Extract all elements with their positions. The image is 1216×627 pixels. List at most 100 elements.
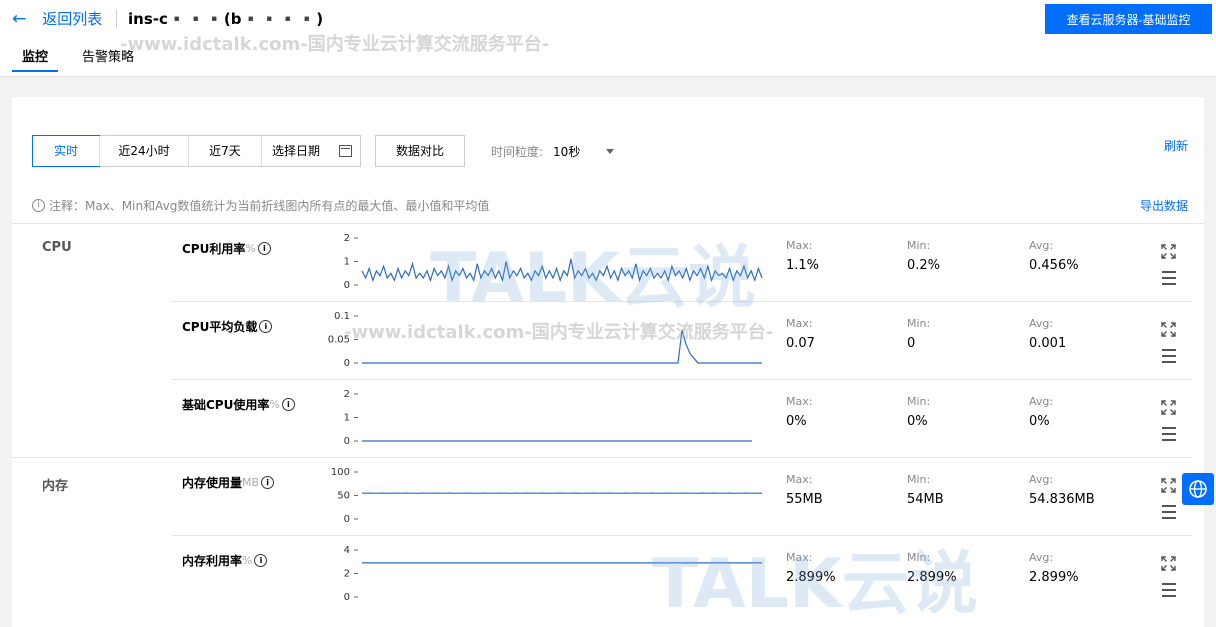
stat-min-value: 2.899% bbox=[907, 570, 957, 585]
stat-avg-label: Avg: bbox=[1029, 317, 1053, 330]
y-tick-label: 0 bbox=[344, 592, 350, 603]
refresh-link[interactable]: 刷新 bbox=[1164, 137, 1188, 154]
stat-avg-value: 0.456% bbox=[1029, 258, 1079, 273]
metric-unit: % bbox=[269, 398, 279, 411]
metric-name-label: CPU利用率 bbox=[182, 240, 245, 257]
stat-avg-label: Avg: bbox=[1029, 551, 1053, 564]
date-picker-label: 选择日期 bbox=[272, 136, 320, 166]
stat-avg-value: 0.001 bbox=[1029, 336, 1066, 351]
info-circle-icon[interactable]: i bbox=[258, 242, 271, 255]
group-label-memory: 内存 bbox=[42, 475, 68, 494]
stat-max-value: 55MB bbox=[786, 492, 823, 507]
metric-unit: % bbox=[245, 242, 255, 255]
stat-min-value: 0% bbox=[907, 414, 928, 429]
y-tick-label: 2 bbox=[344, 569, 350, 580]
y-tick-label: 0 bbox=[344, 436, 350, 447]
instance-title: ins-c▪️▪️▪️(b▪️▪️▪️▪️) bbox=[128, 6, 323, 32]
globe-help-button[interactable] bbox=[1182, 473, 1214, 505]
info-circle-icon[interactable]: i bbox=[261, 476, 274, 489]
monitor-panel: 实时 近24小时 近7天 选择日期 数据对比 时间粒度: 10秒 刷新 i 注释… bbox=[12, 97, 1204, 627]
info-circle-icon[interactable]: i bbox=[282, 398, 295, 411]
stat-min-label: Min: bbox=[907, 551, 930, 564]
expand-icon[interactable] bbox=[1161, 556, 1176, 571]
range-realtime[interactable]: 实时 bbox=[32, 135, 100, 167]
divider bbox=[172, 379, 1192, 380]
stat-min-label: Min: bbox=[907, 317, 930, 330]
note-text: 注释：Max、Min和Avg数值统计为当前折线图内所有点的最大值、最小值和平均值 bbox=[49, 197, 489, 214]
stat-max-value: 0.07 bbox=[786, 336, 815, 351]
y-tick-label: 2 bbox=[344, 389, 350, 400]
info-circle-icon: i bbox=[32, 199, 45, 212]
stat-min-label: Min: bbox=[907, 473, 930, 486]
calendar-icon bbox=[339, 145, 352, 157]
metric-name-label: 基础CPU使用率 bbox=[182, 396, 269, 413]
metric-chart: 100500 bbox=[322, 467, 762, 524]
y-tick-label: 50 bbox=[337, 491, 350, 502]
back-label[interactable]: 返回列表 bbox=[42, 6, 102, 32]
granularity-value: 10秒 bbox=[553, 143, 580, 160]
date-picker[interactable]: 选择日期 bbox=[261, 136, 360, 166]
stat-max-label: Max: bbox=[786, 473, 812, 486]
export-data-link[interactable]: 导出数据 bbox=[1140, 197, 1188, 214]
tab-monitor[interactable]: 监控 bbox=[12, 46, 58, 72]
y-tick-label: 1 bbox=[344, 257, 350, 268]
range-7d[interactable]: 近7天 bbox=[188, 136, 261, 166]
stat-avg-value: 2.899% bbox=[1029, 570, 1079, 585]
menu-icon[interactable] bbox=[1162, 505, 1176, 519]
stat-min-label: Min: bbox=[907, 395, 930, 408]
info-circle-icon[interactable]: i bbox=[259, 320, 272, 333]
metric-name: 内存使用量MBi bbox=[182, 474, 274, 491]
stat-avg-value: 0% bbox=[1029, 414, 1050, 429]
metric-chart: 2 1 0 bbox=[322, 389, 762, 446]
info-circle-icon[interactable]: i bbox=[254, 554, 267, 567]
stat-max-label: Max: bbox=[786, 395, 812, 408]
stat-min-label: Min: bbox=[907, 239, 930, 252]
divider bbox=[116, 10, 117, 28]
range-24h[interactable]: 近24小时 bbox=[99, 136, 188, 166]
expand-icon[interactable] bbox=[1161, 244, 1176, 259]
y-tick-label: 0 bbox=[344, 514, 350, 525]
arrow-left-icon[interactable]: ← bbox=[12, 6, 26, 32]
y-tick-label: 0 bbox=[344, 358, 350, 369]
stat-avg-label: Avg: bbox=[1029, 239, 1053, 252]
globe-icon bbox=[1182, 473, 1214, 505]
stat-max-value: 2.899% bbox=[786, 570, 836, 585]
metric-name-label: 内存利用率 bbox=[182, 552, 242, 569]
granularity-select[interactable]: 10秒 bbox=[553, 143, 614, 160]
metric-chart: 0.10.050 bbox=[322, 311, 762, 368]
y-tick-label: 1 bbox=[344, 413, 350, 424]
tab-alarm-policy[interactable]: 告警策略 bbox=[72, 46, 144, 72]
expand-icon[interactable] bbox=[1161, 400, 1176, 415]
stats-note: i 注释：Max、Min和Avg数值统计为当前折线图内所有点的最大值、最小值和平… bbox=[32, 197, 489, 214]
stat-max-label: Max: bbox=[786, 317, 812, 330]
caret-down-icon bbox=[606, 149, 614, 154]
stat-min-value: 0 bbox=[907, 336, 915, 351]
data-compare-button[interactable]: 数据对比 bbox=[375, 135, 465, 167]
menu-icon[interactable] bbox=[1162, 349, 1176, 363]
stat-avg-label: Avg: bbox=[1029, 473, 1053, 486]
metric-name-label: 内存使用量 bbox=[182, 474, 242, 491]
y-tick-label: 0.1 bbox=[334, 311, 350, 322]
top-bar: ← 返回列表 ins-c▪️▪️▪️(b▪️▪️▪️▪️) 查看云服务器-基础监… bbox=[0, 0, 1216, 77]
view-cvm-basic-monitor-button[interactable]: 查看云服务器-基础监控 bbox=[1045, 4, 1212, 34]
metric-name: 基础CPU使用率%i bbox=[182, 396, 295, 413]
expand-icon[interactable] bbox=[1161, 478, 1176, 493]
metric-name: CPU平均负载i bbox=[182, 318, 272, 335]
menu-icon[interactable] bbox=[1162, 583, 1176, 597]
stat-avg-value: 54.836MB bbox=[1029, 492, 1095, 507]
stat-max-label: Max: bbox=[786, 551, 812, 564]
stat-max-value: 0% bbox=[786, 414, 807, 429]
stat-avg-label: Avg: bbox=[1029, 395, 1053, 408]
menu-icon[interactable] bbox=[1162, 271, 1176, 285]
series-line bbox=[362, 330, 762, 363]
divider bbox=[12, 223, 1204, 224]
time-toolbar: 实时 近24小时 近7天 选择日期 数据对比 时间粒度: 10秒 bbox=[32, 135, 614, 167]
back-to-list-link[interactable]: ← 返回列表 bbox=[12, 6, 102, 32]
metric-unit: MB bbox=[242, 476, 259, 489]
menu-icon[interactable] bbox=[1162, 427, 1176, 441]
expand-icon[interactable] bbox=[1161, 322, 1176, 337]
y-tick-label: 4 bbox=[344, 545, 350, 556]
metric-name-label: CPU平均负载 bbox=[182, 318, 257, 335]
metric-chart: 4 2 0 bbox=[322, 545, 762, 602]
metric-name: 内存利用率%i bbox=[182, 552, 267, 569]
